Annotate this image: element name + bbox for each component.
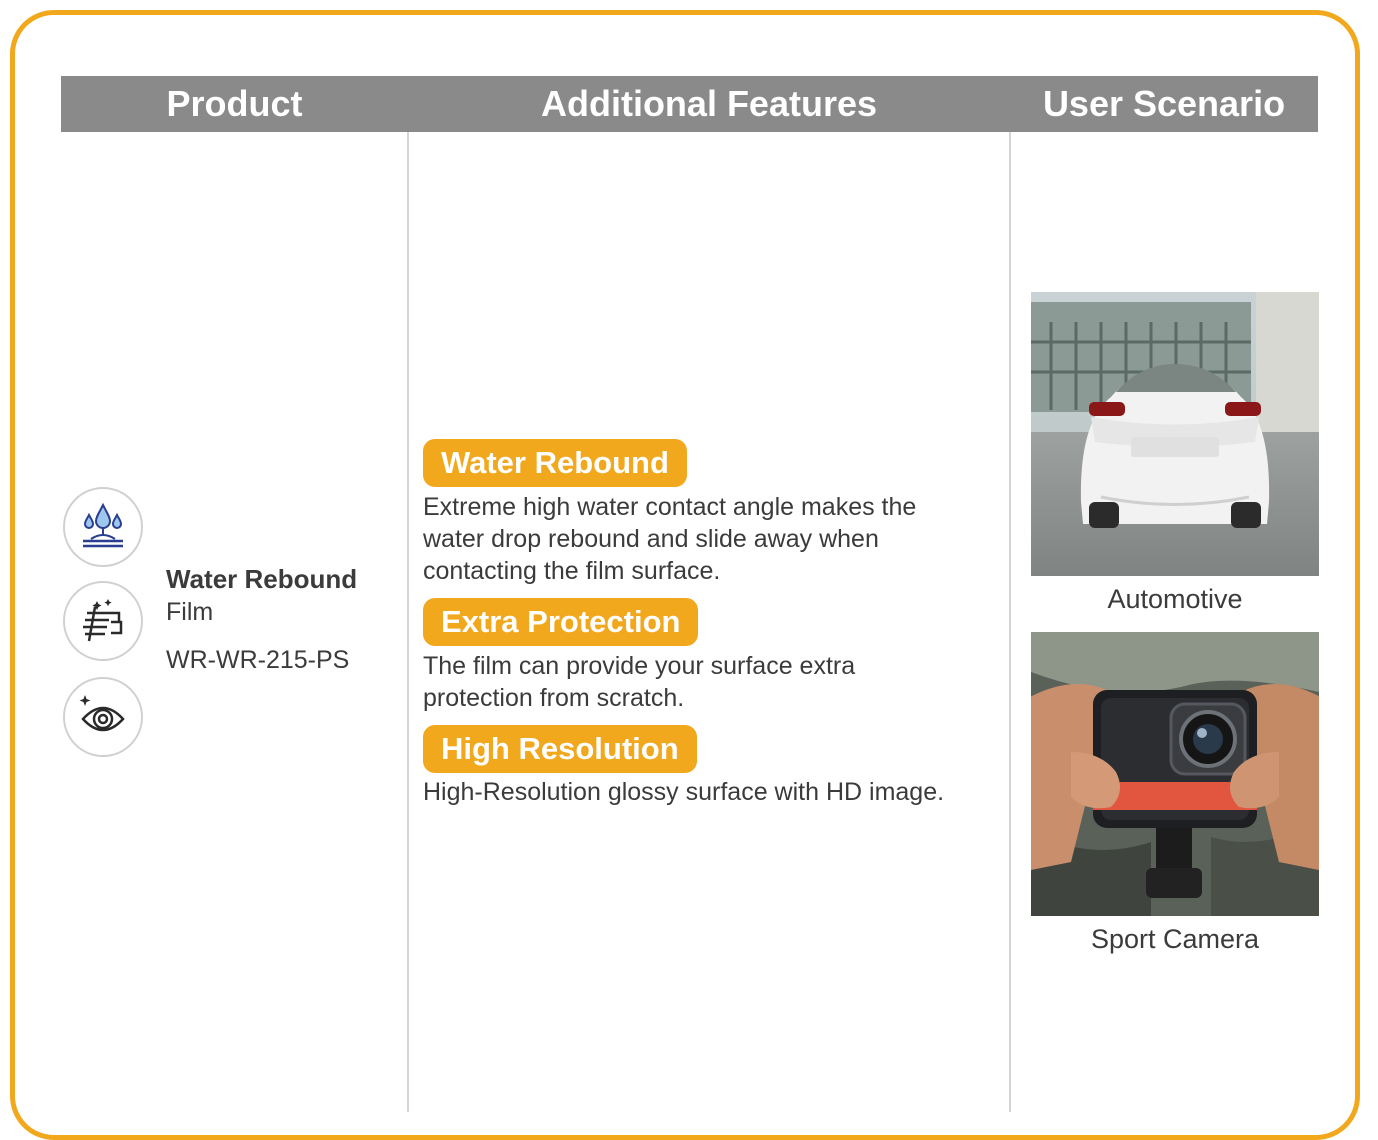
feature-tag-high-resolution: High Resolution [423, 725, 697, 773]
water-drops-icon [63, 487, 143, 567]
desc-line: Extreme high water contact angle makes t… [423, 493, 917, 521]
header-features: Additional Features [540, 83, 878, 124]
scratch-shield-icon [63, 581, 143, 661]
product-code: WR-WR-215-PS [166, 646, 350, 674]
feature-tag-water-rebound: Water Rebound [423, 439, 687, 487]
feature-tag-extra-protection: Extra Protection [423, 598, 699, 646]
desc-line: The film can provide your surface extra [423, 652, 856, 680]
table-header: Product Additional Features User Scenari… [61, 76, 1318, 132]
action-camera-in-hands-photo [1031, 632, 1319, 916]
desc-line: water drop rebound and slide away when [423, 525, 879, 553]
eye-icon [63, 677, 143, 757]
product-name: Water Rebound [166, 564, 358, 594]
header-product: Product [166, 83, 303, 124]
column-divider-2 [1009, 132, 1011, 1112]
desc-line: contacting the film surface. [423, 557, 721, 585]
feature-desc-water-rebound: Extreme high water contact angle makes t… [423, 491, 998, 587]
feature-desc-high-resolution: High-Resolution glossy surface with HD i… [423, 776, 998, 808]
scenario-caption-automotive: Automotive [1107, 584, 1243, 614]
scenario-caption-sport-camera: Sport Camera [1090, 924, 1260, 954]
product-subtitle: Film [166, 598, 214, 626]
header-scenario: User Scenario [1042, 83, 1286, 124]
white-car-rear-photo [1031, 292, 1319, 576]
feature-desc-extra-protection: The film can provide your surface extra … [423, 650, 998, 714]
desc-line: protection from scratch. [423, 684, 685, 712]
column-divider-1 [407, 132, 409, 1112]
desc-line: High-Resolution glossy surface with HD i… [423, 778, 945, 806]
